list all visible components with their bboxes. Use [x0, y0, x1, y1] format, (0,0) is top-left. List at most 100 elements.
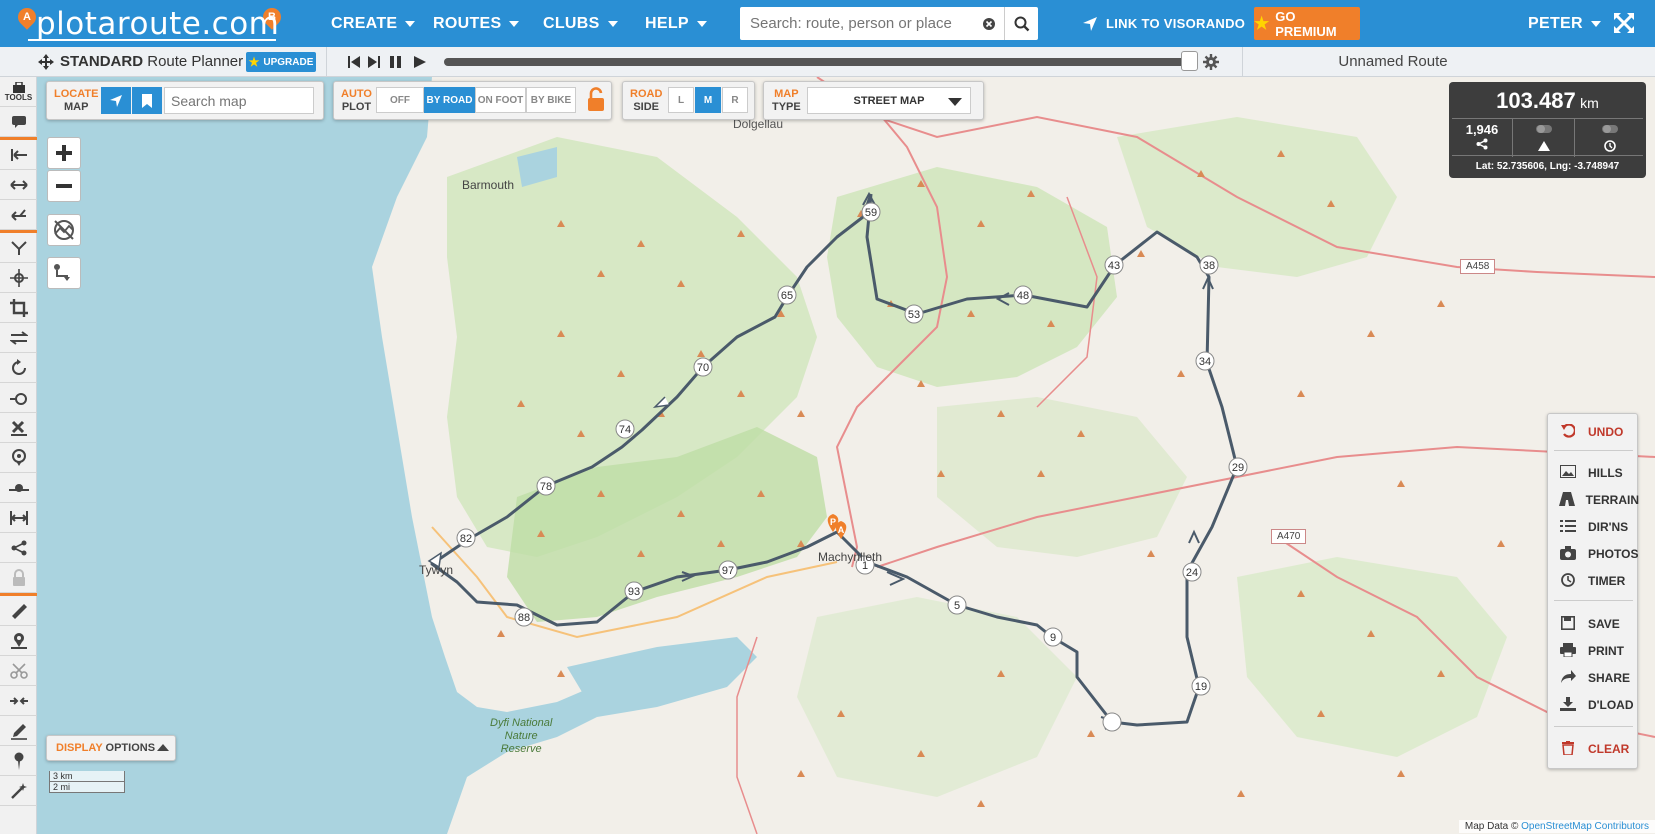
toggle-off-icon [1536, 125, 1552, 133]
terrain-toggle[interactable] [1514, 119, 1575, 157]
tool-poi[interactable] [0, 443, 37, 473]
tool-magic[interactable] [0, 776, 37, 806]
upgrade-button[interactable]: ★ UPGRADE [246, 52, 316, 72]
road-side-r[interactable]: R [722, 87, 748, 113]
plot-mode-off[interactable]: OFF [376, 87, 424, 113]
plot-mode-on-foot[interactable]: ON FOOT [475, 87, 526, 113]
skip-back-icon[interactable] [347, 55, 361, 69]
nav-create[interactable]: CREATE [331, 0, 416, 47]
place-label: Barmouth [462, 178, 515, 192]
route-name[interactable]: Unnamed Route [1243, 53, 1543, 70]
unlock-icon[interactable] [586, 87, 608, 113]
floppy-disk-icon [1548, 615, 1588, 633]
map-type-panel: MAP TYPE STREET MAP [763, 81, 984, 120]
play-icon[interactable] [413, 55, 427, 69]
tool-comment[interactable] [0, 107, 37, 137]
site-search-button[interactable] [1004, 7, 1038, 40]
tool-return[interactable] [0, 200, 37, 230]
timer-toggle[interactable] [1576, 119, 1643, 157]
photos-button[interactable]: PHOTOS [1548, 541, 1639, 567]
clear-button[interactable]: CLEAR [1548, 736, 1639, 762]
site-logo[interactable]: A B plotaroute.com [14, 4, 293, 44]
tool-delete-point[interactable] [0, 413, 37, 443]
playback-slider-handle[interactable] [1181, 51, 1198, 71]
road-side-l[interactable]: L [668, 87, 694, 113]
branch-icon [10, 240, 27, 255]
terrain-button[interactable]: TERRAIN [1548, 487, 1639, 513]
road-side-m[interactable]: M [695, 87, 721, 113]
tool-rotate[interactable] [0, 353, 37, 383]
tool-crop[interactable] [0, 293, 37, 323]
download-button[interactable]: D'LOAD [1548, 692, 1639, 718]
elevation-overlay-button[interactable] [47, 214, 81, 246]
navigate-arrow-icon [1083, 16, 1097, 31]
tool-cut[interactable] [0, 656, 37, 686]
divider [1554, 600, 1633, 601]
route-playback-track[interactable] [444, 58, 1190, 66]
route-tool-button[interactable] [47, 257, 81, 289]
svg-text:P: P [830, 517, 836, 527]
site-search-input[interactable] [740, 15, 980, 32]
download-icon [1548, 696, 1588, 714]
pause-icon[interactable] [389, 55, 403, 69]
openstreetmap-link[interactable]: OpenStreetMap Contributors [1521, 821, 1649, 832]
tools-header[interactable]: TOOLS [0, 77, 37, 107]
share-button[interactable]: SHARE [1548, 665, 1639, 691]
camera-icon [1548, 545, 1588, 563]
go-premium-button[interactable]: ★ GO PREMIUM [1254, 7, 1360, 40]
nav-routes[interactable]: ROUTES [433, 0, 520, 47]
tool-share[interactable] [0, 533, 37, 563]
waypoint-label: 43 [1108, 260, 1120, 272]
tool-edit[interactable] [0, 716, 37, 746]
zoom-out-button[interactable] [47, 170, 81, 202]
route-planner-bar: STANDARD Route Planner ★ UPGRADE Unnamed … [0, 47, 1655, 77]
undo-button[interactable]: UNDO [1548, 419, 1639, 445]
map-background[interactable]: 596570747882889397 1591924293438434853 P … [37, 77, 1655, 834]
directions-button[interactable]: DIR'NS [1548, 514, 1639, 540]
elevation-gain[interactable]: 1,946 [1452, 119, 1513, 157]
tool-move[interactable] [0, 263, 37, 293]
step-forward-icon[interactable] [367, 55, 381, 69]
search-map-input[interactable] [164, 87, 314, 114]
clear-icon[interactable] [982, 17, 996, 31]
toggle-off-icon [1601, 125, 1618, 133]
tool-lock[interactable] [0, 563, 37, 593]
timer-button[interactable]: TIMER [1548, 568, 1639, 594]
chevron-down-icon [509, 20, 520, 27]
double-arrow-icon [9, 179, 28, 190]
zoom-in-button[interactable] [47, 137, 81, 169]
map-canvas[interactable]: 59 65 70 74 78 82 88 93 97 1 5 9 19 24 29 34 38 43 48 53 P … [37, 77, 1655, 834]
plot-mode-by-bike[interactable]: BY BIKE [526, 87, 576, 113]
nav-help[interactable]: HELP [645, 0, 707, 47]
tool-join[interactable] [0, 686, 37, 716]
tool-out-and-back[interactable] [0, 170, 37, 200]
locate-me-button[interactable] [101, 87, 131, 114]
tool-waypoint[interactable] [0, 473, 37, 503]
route-end-marker[interactable] [1102, 712, 1122, 732]
visorando-link[interactable]: LINK TO VISORANDO [1082, 0, 1245, 47]
display-options-button[interactable]: DISPLAY OPTIONS [46, 735, 176, 761]
waypoint-label: 24 [1186, 567, 1198, 579]
locate-map-panel: LOCATE MAP [46, 81, 324, 120]
tool-loop[interactable] [0, 383, 37, 413]
tool-ruler[interactable] [0, 596, 37, 626]
tool-split[interactable] [0, 233, 37, 263]
tool-to-start[interactable] [0, 140, 37, 170]
map-type-select[interactable]: STREET MAP [807, 87, 971, 114]
bookmark-button[interactable] [132, 87, 162, 114]
plot-mode-by-road[interactable]: BY ROAD [424, 87, 475, 113]
tool-pin[interactable] [0, 746, 37, 776]
user-menu[interactable]: PETER [1528, 0, 1601, 47]
print-button[interactable]: PRINT [1548, 638, 1639, 664]
fullscreen-icon[interactable] [1612, 11, 1636, 35]
hills-button[interactable]: HILLS [1548, 460, 1639, 486]
chevron-down-icon [948, 98, 962, 106]
place-label: Tywyn [419, 563, 454, 577]
tool-place-marker[interactable] [0, 626, 37, 656]
map-type-label: MAP TYPE [772, 88, 801, 113]
tool-measure[interactable] [0, 503, 37, 533]
nav-clubs[interactable]: CLUBS [543, 0, 618, 47]
gear-icon[interactable] [1203, 54, 1219, 70]
save-button[interactable]: SAVE [1548, 611, 1639, 637]
tool-reverse[interactable] [0, 323, 37, 353]
